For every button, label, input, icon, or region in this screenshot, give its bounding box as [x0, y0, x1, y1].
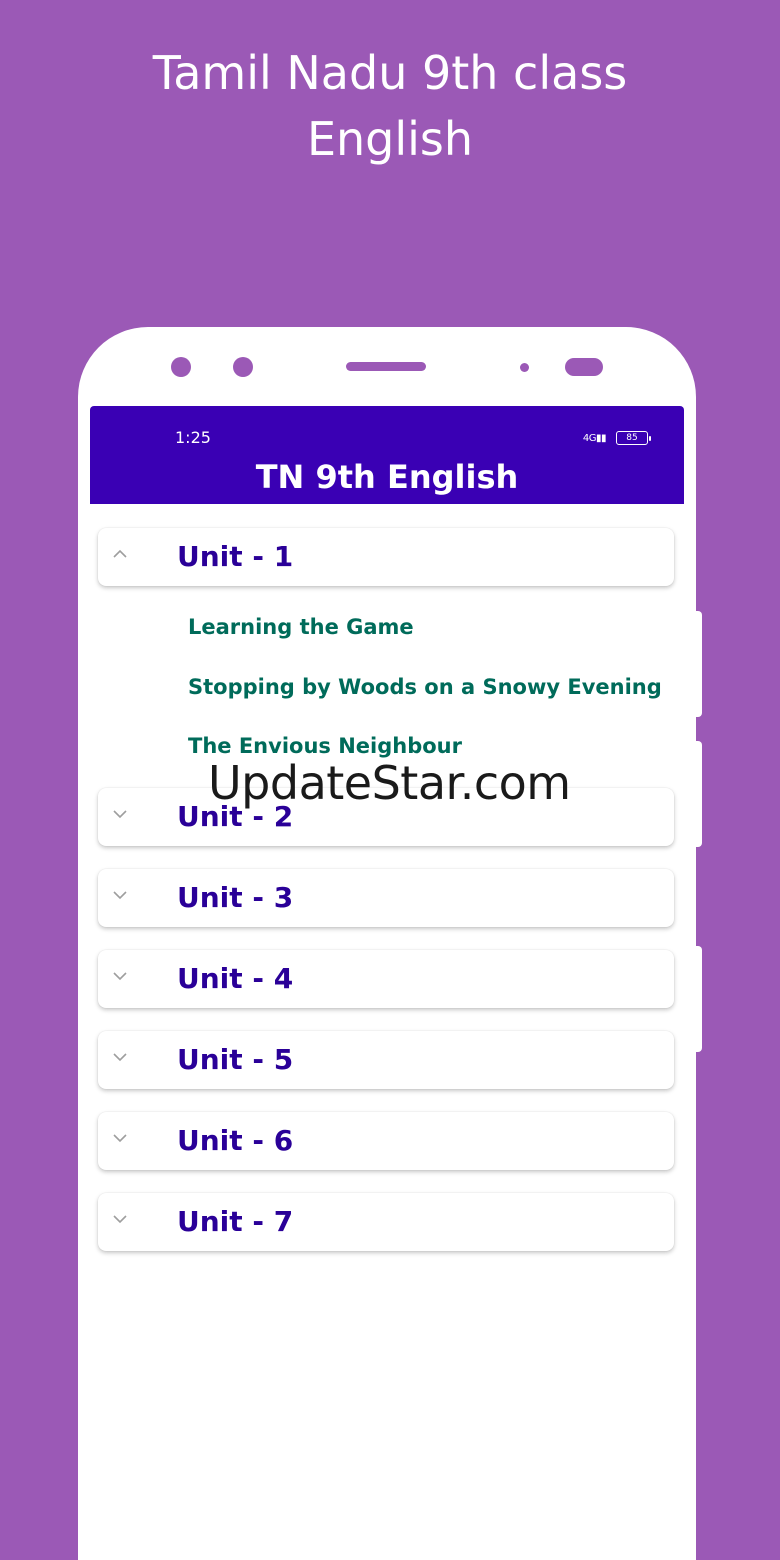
- chevron-down-icon: [113, 1053, 127, 1062]
- unit-card-1[interactable]: Unit - 1: [98, 528, 674, 586]
- status-time: 1:25: [175, 428, 211, 447]
- unit-label: Unit - 5: [177, 1043, 294, 1076]
- unit-label: Unit - 6: [177, 1124, 294, 1157]
- lesson-item-stopping-by-woods[interactable]: Stopping by Woods on a Snowy Evening: [188, 675, 662, 699]
- camera-dot: [233, 357, 253, 377]
- phone-side-button: [695, 741, 702, 847]
- app-title: TN 9th English: [255, 458, 519, 496]
- signal-icon: 4G▮▮: [582, 432, 607, 444]
- chevron-down-icon: [113, 1134, 127, 1143]
- speaker-grille: [346, 362, 426, 371]
- network-label: 4G: [582, 432, 597, 444]
- sensor-pill: [565, 358, 603, 376]
- phone-screen: 1:25 4G▮▮ 85 TN 9th English Unit - 1 Lea…: [90, 406, 684, 1560]
- phone-mockup: 1:25 4G▮▮ 85 TN 9th English Unit - 1 Lea…: [78, 327, 696, 1560]
- promo-title: Tamil Nadu 9th class English: [0, 40, 780, 172]
- unit-label: Unit - 4: [177, 962, 294, 995]
- unit-label: Unit - 1: [177, 540, 294, 573]
- camera-dot: [171, 357, 191, 377]
- phone-top-bezel: [78, 327, 696, 407]
- chevron-down-icon: [113, 891, 127, 900]
- promo-title-line2: English: [306, 112, 474, 166]
- lesson-item-learning-the-game[interactable]: Learning the Game: [188, 615, 414, 639]
- app-bar: 1:25 4G▮▮ 85 TN 9th English: [90, 406, 684, 504]
- battery-icon: 85: [616, 431, 651, 445]
- unit-card-4[interactable]: Unit - 4: [98, 950, 674, 1008]
- unit-label: Unit - 3: [177, 881, 294, 914]
- unit-card-6[interactable]: Unit - 6: [98, 1112, 674, 1170]
- sensor-dot: [520, 363, 529, 372]
- chevron-down-icon: [113, 810, 127, 819]
- phone-side-button: [695, 611, 702, 717]
- phone-side-button: [695, 946, 702, 1052]
- promo-title-line1: Tamil Nadu 9th class: [152, 46, 628, 100]
- status-icons: 4G▮▮ 85: [582, 428, 651, 448]
- unit-label: Unit - 7: [177, 1205, 294, 1238]
- unit-card-3[interactable]: Unit - 3: [98, 869, 674, 927]
- lesson-item-envious-neighbour[interactable]: The Envious Neighbour: [188, 734, 462, 758]
- unit-card-7[interactable]: Unit - 7: [98, 1193, 674, 1251]
- battery-level: 85: [626, 433, 638, 443]
- chevron-up-icon: [113, 549, 127, 558]
- chevron-down-icon: [113, 972, 127, 981]
- watermark-text: UpdateStar.com: [208, 756, 571, 810]
- unit-card-5[interactable]: Unit - 5: [98, 1031, 674, 1089]
- chevron-down-icon: [113, 1215, 127, 1224]
